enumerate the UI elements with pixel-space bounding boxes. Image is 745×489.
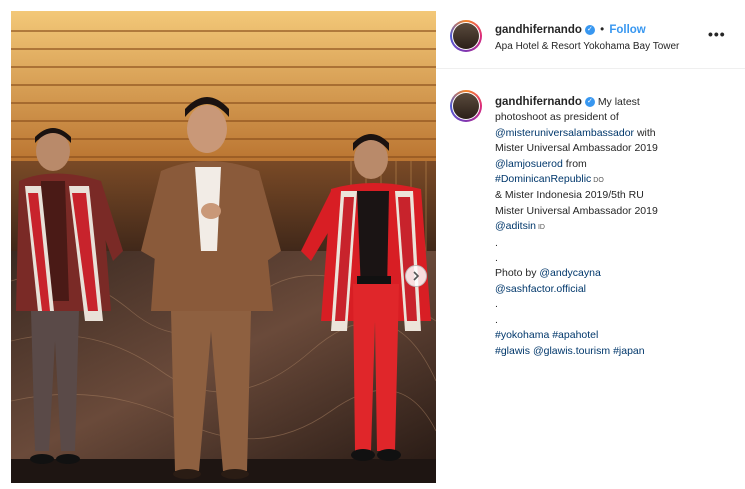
photo-illustration [11, 11, 436, 483]
flag-label: ID [536, 224, 545, 232]
caption-text: with [634, 126, 656, 139]
caption-text: My latest [597, 96, 640, 108]
caption-text: from [562, 157, 587, 170]
caption-dot: . [495, 313, 498, 326]
more-options-icon[interactable]: ••• [708, 26, 726, 42]
mention-link[interactable]: @glawis.tourism [533, 345, 610, 357]
mention-link[interactable]: @aditsin [495, 220, 536, 232]
caption-dot: . [495, 298, 498, 311]
follow-button[interactable]: Follow [609, 24, 645, 36]
mention-link[interactable]: @misteruniversalambassador [495, 127, 634, 139]
caption-dot: . [495, 252, 498, 265]
hashtag-link[interactable]: #yokohama [495, 329, 549, 341]
verified-badge-icon: ✓ [584, 24, 595, 35]
avatar-image [453, 23, 479, 49]
avatar-ring [452, 22, 480, 50]
header-username-row: gandhifernando ✓ • Follow [495, 24, 646, 36]
flag-label: DO [591, 177, 604, 185]
avatar-image [453, 93, 479, 119]
post-header: gandhifernando ✓ • Follow Apa Hotel & Res… [436, 8, 745, 69]
chevron-right-icon [413, 271, 420, 281]
hashtag-link[interactable]: #DominicanRepublic [495, 173, 591, 185]
caption-line: Mister Universal Ambassador 2019 [495, 204, 658, 217]
caption-username[interactable]: gandhifernando [495, 96, 582, 108]
hashtag-link[interactable]: #apahotel [552, 329, 598, 341]
caption-dot: . [495, 236, 498, 249]
caption-text: Photo by [495, 267, 540, 280]
caption-line: Mister Universal Ambassador 2019 [495, 142, 658, 155]
author-avatar[interactable] [450, 20, 482, 52]
caption-line: photoshoot as president of [495, 111, 619, 124]
hashtag-link[interactable]: #glawis [495, 345, 530, 357]
mention-link[interactable]: @andycayna [539, 267, 600, 279]
avatar-ring [452, 92, 480, 120]
mention-link[interactable]: @lamjosuerod [495, 158, 563, 170]
caption-line: & Mister Indonesia 2019/5th RU [495, 189, 644, 202]
separator-dot: • [600, 24, 605, 36]
post-side-panel: gandhifernando ✓ • Follow Apa Hotel & Res… [436, 0, 745, 489]
caption-author-avatar[interactable] [450, 90, 482, 122]
post-caption: gandhifernando ✓ My latest photoshoot as … [495, 95, 735, 359]
carousel-next-button[interactable] [405, 265, 427, 287]
hashtag-link[interactable]: #japan [613, 345, 645, 357]
verified-badge-icon: ✓ [584, 97, 595, 108]
mention-link[interactable]: @sashfactor.official [495, 283, 586, 295]
post-photo[interactable] [11, 11, 436, 483]
post-location[interactable]: Apa Hotel & Resort Yokohama Bay Tower [495, 41, 679, 52]
author-username[interactable]: gandhifernando [495, 24, 582, 36]
